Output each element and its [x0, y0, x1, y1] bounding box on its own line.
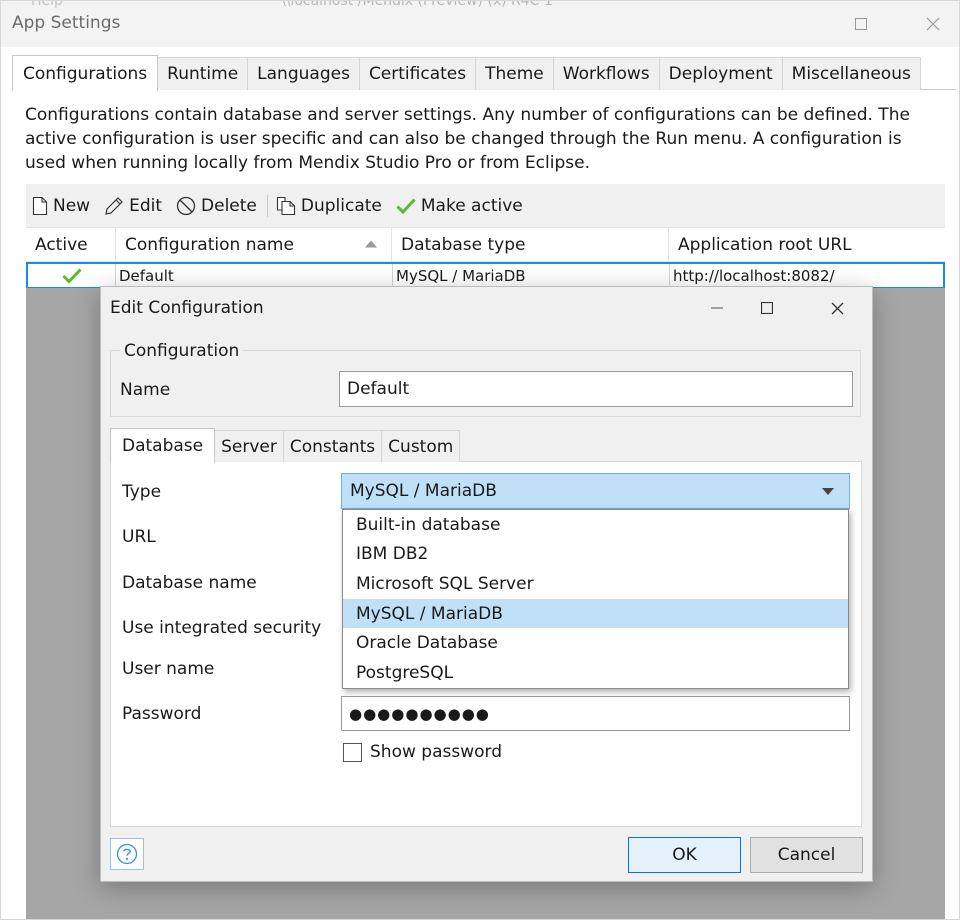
minimize-icon [711, 307, 723, 309]
close-icon [831, 302, 843, 314]
row-name-cell: Default [116, 264, 393, 287]
tab-runtime[interactable]: Runtime [157, 57, 249, 90]
tab-custom[interactable]: Custom [381, 430, 461, 462]
tab-constants[interactable]: Constants [282, 430, 383, 462]
grid-header: Active Configuration name Database type … [26, 227, 945, 262]
option-ibm-db2[interactable]: IBM DB2 [343, 540, 848, 570]
tab-theme[interactable]: Theme [475, 57, 554, 90]
password-field[interactable]: ●●●●●●●●●● [341, 696, 850, 731]
delete-label: Delete [201, 195, 257, 216]
duplicate-button[interactable]: Duplicate [270, 190, 388, 222]
close-button[interactable] [910, 1, 956, 47]
dialog-close-button[interactable] [817, 295, 857, 321]
edit-label: Edit [129, 195, 163, 216]
configurations-description: Configurations contain database and serv… [25, 105, 910, 173]
configuration-group-label: Configuration [120, 341, 244, 361]
show-password-checkbox[interactable] [343, 743, 362, 762]
close-icon [926, 17, 940, 31]
checkmark-icon [396, 197, 416, 214]
name-input[interactable]: Default [339, 371, 853, 407]
database-name-label: Database name [122, 573, 257, 593]
edit-configuration-dialog: Edit Configuration Configuration Name De… [100, 286, 873, 882]
option-microsoft-sql-server[interactable]: Microsoft SQL Server [343, 569, 848, 599]
dialog-tabs: Database Server Constants Custom [110, 428, 461, 463]
row-db-type-cell: MySQL / MariaDB [393, 264, 670, 287]
row-url-cell: http://localhost:8082/ [673, 266, 835, 285]
column-header-configuration-name[interactable]: Configuration name [116, 228, 392, 261]
no-entry-icon [176, 196, 196, 215]
database-type-dropdown: Built-in database IBM DB2 Microsoft SQL … [342, 509, 849, 689]
password-label: Password [122, 704, 202, 724]
option-oracle-database[interactable]: Oracle Database [343, 628, 848, 658]
tab-miscellaneous[interactable]: Miscellaneous [781, 57, 921, 90]
option-postgresql[interactable]: PostgreSQL [343, 658, 848, 688]
tab-deployment[interactable]: Deployment [658, 57, 783, 90]
settings-tabs: Configurations Runtime Languages Certifi… [12, 55, 921, 91]
app-settings-window: Help \\localhost /Mendix (Preview) (x) R… [0, 0, 960, 920]
background-text-left: Help [31, 0, 63, 9]
column-header-url[interactable]: Application root URL [669, 228, 945, 261]
show-password-label[interactable]: Show password [370, 742, 502, 762]
duplicate-label: Duplicate [300, 195, 382, 216]
sort-ascending-icon [365, 240, 377, 248]
row-active-cell [28, 264, 116, 287]
dropdown-arrow-icon [822, 488, 834, 495]
tab-certificates[interactable]: Certificates [358, 57, 477, 90]
type-label: Type [122, 482, 162, 502]
pencil-icon [105, 196, 123, 215]
tab-database[interactable]: Database [110, 428, 216, 463]
dialog-maximize-button[interactable] [747, 295, 787, 321]
active-checkmark-icon [61, 267, 82, 284]
delete-button[interactable]: Delete [170, 190, 263, 222]
option-mysql-mariadb[interactable]: MySQL / MariaDB [343, 598, 848, 629]
make-active-label: Make active [420, 195, 523, 216]
integrated-security-label: Use integrated security [122, 618, 322, 638]
new-button[interactable]: New [26, 190, 96, 222]
tab-workflows[interactable]: Workflows [552, 57, 660, 90]
option-built-in-database[interactable]: Built-in database [343, 510, 848, 540]
make-active-button[interactable]: Make active [390, 190, 529, 222]
window-title: App Settings [12, 13, 121, 33]
url-label: URL [122, 527, 156, 547]
title-bar: Help \\localhost /Mendix (Preview) (x) R… [1, 1, 959, 47]
database-type-select[interactable]: MySQL / MariaDB [341, 473, 850, 509]
configurations-grid: Active Configuration name Database type … [26, 227, 945, 289]
column-header-database-type[interactable]: Database type [392, 228, 669, 261]
maximize-icon [855, 18, 867, 30]
edit-button[interactable]: Edit [98, 190, 168, 222]
cancel-button[interactable]: Cancel [750, 837, 863, 873]
name-label: Name [120, 380, 171, 400]
help-icon [116, 843, 138, 865]
dialog-minimize-button[interactable] [697, 295, 737, 321]
ok-button[interactable]: OK [628, 837, 741, 873]
tab-languages[interactable]: Languages [247, 57, 360, 90]
tab-server[interactable]: Server [214, 430, 284, 462]
new-label: New [53, 195, 91, 216]
configurations-toolbar: New Edit Delete Duplicate Make active [26, 184, 945, 227]
user-name-label: User name [122, 659, 215, 679]
column-header-name-label: Configuration name [125, 234, 294, 255]
column-header-active[interactable]: Active [26, 228, 116, 261]
dialog-title: Edit Configuration [110, 298, 264, 318]
maximize-icon [761, 302, 773, 314]
maximize-button[interactable] [838, 1, 884, 47]
table-row[interactable]: Default MySQL / MariaDB http://localhost… [26, 262, 945, 289]
new-document-icon [32, 196, 48, 215]
toolbar-separator [266, 194, 268, 217]
tab-configurations[interactable]: Configurations [12, 55, 159, 91]
help-button[interactable] [110, 838, 144, 870]
background-text: \\localhost /Mendix (Preview) (x) R4C 1 [281, 0, 553, 9]
duplicate-icon [276, 196, 295, 215]
database-type-value: MySQL / MariaDB [350, 481, 497, 501]
